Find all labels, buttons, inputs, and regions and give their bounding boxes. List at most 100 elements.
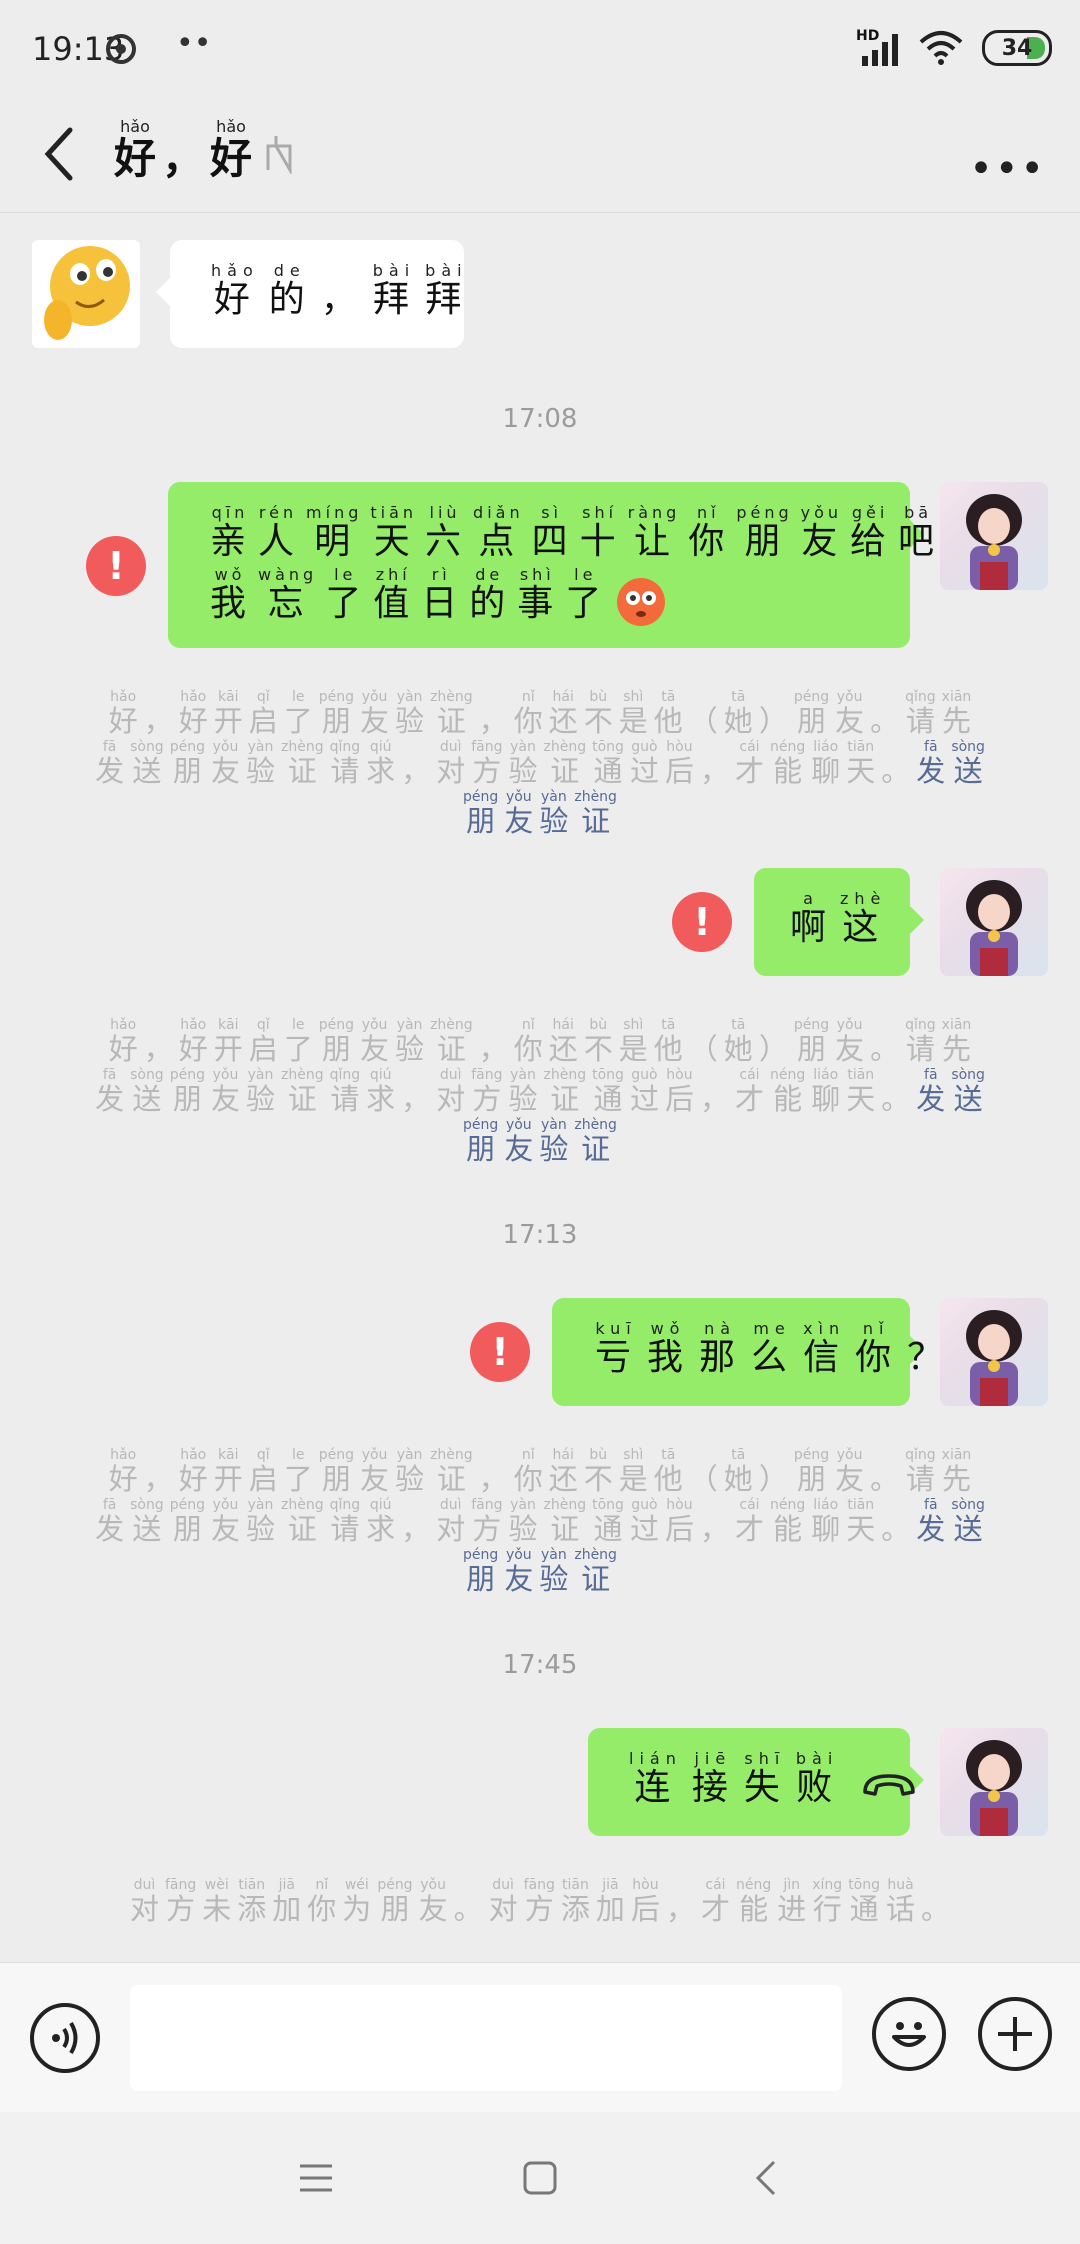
link-char[interactable]: zhèng 证 <box>571 788 620 838</box>
notice-char: guò 过 <box>629 1066 659 1116</box>
more-options-button[interactable]: ••• <box>969 146 1046 192</box>
notice-char: 。 <box>881 1081 911 1116</box>
emoji-button[interactable] <box>872 1997 946 2071</box>
friend-verification-link[interactable]: péng 朋 yǒu 友 yàn 验 zhèng 证 <box>0 1546 1080 1596</box>
notice-char: shì 是 <box>618 689 648 738</box>
friend-verification-notice: hǎo 好 ， hǎo 好 kāi 开 qǐ 启 le 了 péng 朋 yǒu 友 yàn 验 zhèng 证 … <box>0 1016 1080 1166</box>
notice-char: nǐ 你 <box>513 1017 543 1066</box>
notice-char: bù 不 <box>583 1447 613 1496</box>
timestamp: 17:08 <box>502 404 578 434</box>
notice-char: yǒu 友 <box>360 1017 390 1066</box>
link-char[interactable]: sòng 送 <box>948 1066 988 1116</box>
back-arrow-icon[interactable] <box>40 124 80 184</box>
message-char: le 了 <box>325 565 366 624</box>
nav-back-icon[interactable] <box>752 2158 780 2198</box>
link-char[interactable]: yàn 验 <box>536 1116 571 1166</box>
friend-verification-link[interactable]: péng 朋 yǒu 友 yàn 验 zhèng 证 <box>0 788 1080 838</box>
message-char: míng 明 <box>306 503 363 562</box>
call-failed-bubble[interactable]: lián 连 jiē 接 shī 失 bài 败 <box>588 1728 924 1836</box>
notice-char: qiú 求 <box>366 1066 396 1116</box>
notice-char: le 了 <box>283 689 313 738</box>
notice-char: hái 还 <box>548 689 578 738</box>
send-verification-link[interactable]: fā 发 sòng 送 <box>913 738 988 788</box>
message-char: de 的 <box>268 261 311 320</box>
sent-message-text: kuī 亏 wǒ 我 nà 那 me 么 xìn 信 nǐ 你 ？ <box>590 1320 954 1378</box>
notice-char: qǐ 启 <box>248 689 278 738</box>
timestamp: 17:45 <box>502 1650 578 1680</box>
link-char[interactable]: yàn 验 <box>536 1546 571 1596</box>
message-char: wǒ 我 <box>647 1319 690 1378</box>
notice-char: yǒu 友 <box>835 689 865 738</box>
notice-char: hǎo 好 <box>178 689 208 738</box>
my-avatar[interactable] <box>940 482 1048 590</box>
notice-char: ， <box>401 1511 431 1546</box>
message-char: nǐ 你 <box>855 1319 898 1378</box>
notice-char: kāi 开 <box>213 1447 243 1496</box>
contact-avatar[interactable] <box>32 240 140 352</box>
notice-char: bù 不 <box>583 1017 613 1066</box>
notice-char: qiú 求 <box>366 1496 396 1546</box>
received-message-bubble[interactable]: hǎo 好 de 的 ， bài 拜 bài 拜 <box>156 240 464 348</box>
home-icon[interactable] <box>522 2160 558 2196</box>
message-input[interactable] <box>130 1985 842 2091</box>
sent-message-bubble[interactable]: a 啊 zhè 这 <box>754 868 924 976</box>
notice-char: fā 发 <box>95 1066 125 1116</box>
message-char: qīn 亲 <box>210 503 251 562</box>
notice-char: kāi 开 <box>213 1017 243 1066</box>
notice-char: hòu 后 <box>664 738 694 788</box>
send-failed-icon[interactable]: ! <box>672 892 732 952</box>
link-char[interactable]: zhèng 证 <box>571 1546 620 1596</box>
link-char[interactable]: péng 朋 <box>460 1546 501 1596</box>
link-char[interactable]: zhèng 证 <box>571 1116 620 1166</box>
link-char[interactable]: yǒu 友 <box>501 1546 536 1596</box>
message-char: bài 拜 <box>372 261 416 320</box>
notice-char: bù 不 <box>583 689 613 738</box>
send-verification-link[interactable]: fā 发 sòng 送 <box>913 1066 988 1116</box>
more-functions-button[interactable] <box>978 1997 1052 2071</box>
notice-char: sòng 送 <box>130 738 164 788</box>
my-avatar[interactable] <box>940 1728 1048 1836</box>
sent-message-bubble[interactable]: kuī 亏 wǒ 我 nà 那 me 么 xìn 信 nǐ 你 ？ <box>552 1298 943 1406</box>
notice-char: zhèng 证 <box>430 1447 473 1496</box>
notice-char: péng 朋 <box>318 1017 355 1066</box>
call-not-friend-notice: duì 对 fāng 方 wèi 未 tiān 添 jiā 加 nǐ 你 wéi 为 péng 朋 yǒu 友 。… <box>0 1876 1080 1926</box>
notice-char: néng 能 <box>770 1496 806 1546</box>
notice-char: hái 还 <box>548 1447 578 1496</box>
notice-line: fā 发 sòng 送 péng 朋 yǒu 友 yàn 验 zhèng 证 qǐng 请 qiú 求 ， du… <box>0 1496 1080 1546</box>
notice-char: yàn 验 <box>395 1447 425 1496</box>
link-char[interactable]: yǒu 友 <box>501 1116 536 1166</box>
send-failed-icon[interactable]: ! <box>470 1322 530 1382</box>
notice-char: qǐng 请 <box>905 1017 936 1066</box>
notice-char: yǒu 友 <box>418 1877 448 1926</box>
link-char[interactable]: fā 发 <box>913 1066 948 1116</box>
notice-char: ） <box>758 1032 788 1066</box>
link-char[interactable]: sòng 送 <box>948 738 988 788</box>
timestamp: 17:13 <box>502 1220 578 1250</box>
notice-char: nǐ 你 <box>513 1447 543 1496</box>
sent-message-bubble[interactable]: qīn 亲 rén 人 míng 明 tiān 天 liù 六 diǎn 点 sì 四 shí 十 ràng 让 n… <box>168 482 982 648</box>
link-char[interactable]: fā 发 <box>913 738 948 788</box>
my-avatar[interactable] <box>940 1298 1048 1406</box>
message-char: péng 朋 <box>736 503 793 562</box>
voice-input-button[interactable] <box>30 2003 100 2073</box>
my-avatar[interactable] <box>940 868 1048 976</box>
message-char: lián 连 <box>629 1749 682 1808</box>
notice-char: tiān 添 <box>237 1877 267 1926</box>
notice-char: ， <box>665 1892 695 1926</box>
notice-char: zhèng 证 <box>281 1496 324 1546</box>
notice-line: hǎo 好 ， hǎo 好 kāi 开 qǐ 启 le 了 péng 朋 yǒu 友 yàn 验 zhèng 证 … <box>0 688 1080 738</box>
link-char[interactable]: yàn 验 <box>536 788 571 838</box>
notice-char: 。 <box>881 1511 911 1546</box>
menu-icon[interactable] <box>298 2162 334 2194</box>
link-char[interactable]: fā 发 <box>913 1496 948 1546</box>
send-verification-link[interactable]: fā 发 sòng 送 <box>913 1496 988 1546</box>
notice-char: jiā 加 <box>595 1877 625 1926</box>
link-char[interactable]: péng 朋 <box>460 1116 501 1166</box>
link-char[interactable]: péng 朋 <box>460 788 501 838</box>
friend-verification-link[interactable]: péng 朋 yǒu 友 yàn 验 zhèng 证 <box>0 1116 1080 1166</box>
notice-char: qǐng 请 <box>905 689 936 738</box>
link-char[interactable]: yǒu 友 <box>501 788 536 838</box>
message-char: hǎo 好 <box>211 261 259 320</box>
link-char[interactable]: sòng 送 <box>948 1496 988 1546</box>
send-failed-icon[interactable]: ! <box>86 536 146 596</box>
